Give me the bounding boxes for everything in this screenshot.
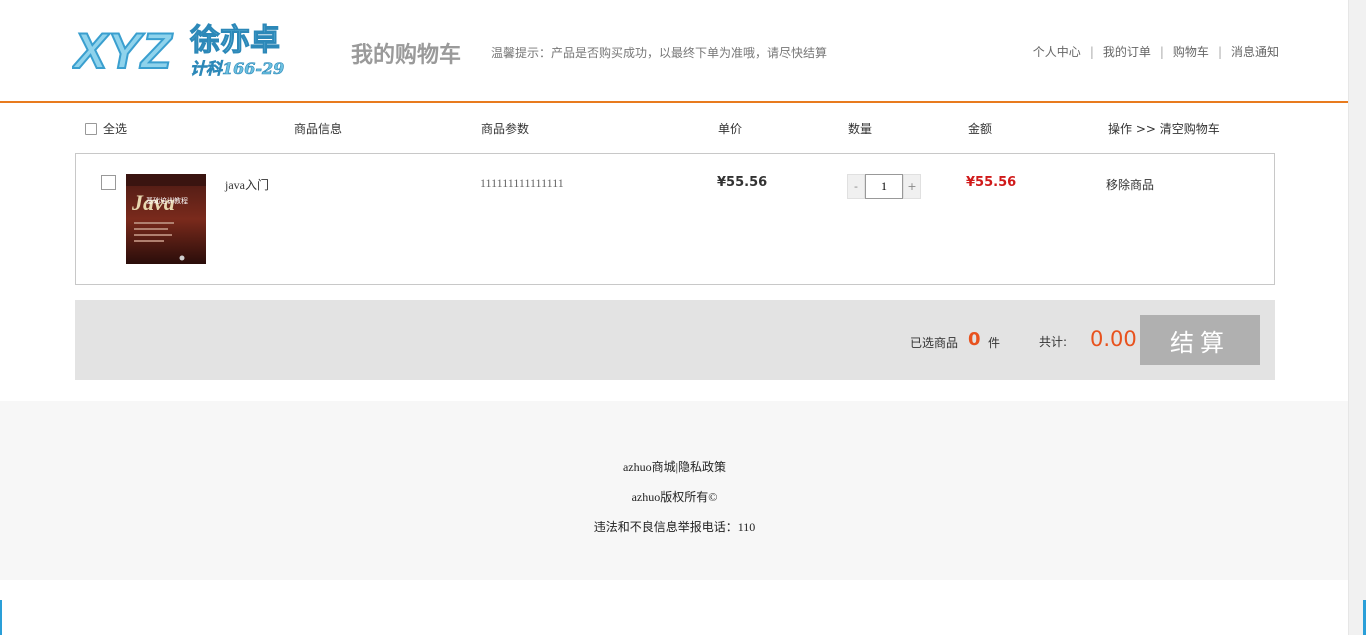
product-thumbnail[interactable]: Java 基础培训教程 xyxy=(126,174,206,264)
select-all-checkbox[interactable] xyxy=(85,122,97,135)
site-logo[interactable]: XYZ 徐亦卓 计科166-29 xyxy=(72,18,312,80)
quantity-increase-button[interactable]: + xyxy=(903,174,921,199)
nav-separator: | xyxy=(1159,44,1164,59)
vertical-scrollbar[interactable] xyxy=(1348,0,1366,635)
quantity-decrease-button[interactable]: - xyxy=(847,174,865,199)
footer-links[interactable]: azhuo商城|隐私政策 xyxy=(0,458,1349,475)
item-amount: ¥55.56 xyxy=(966,175,1017,190)
header: XYZ 徐亦卓 计科166-29 我的购物车 温馨提示：产品是否购买成功，以最终… xyxy=(0,0,1349,103)
footer-report: 违法和不良信息举报电话：110 xyxy=(593,520,756,534)
tip-text: 温馨提示：产品是否购买成功，以最终下单为准哦，请尽快结算 xyxy=(491,46,828,60)
col-amount: 金额 xyxy=(968,122,993,136)
selected-unit: 件 xyxy=(988,336,1001,350)
quantity-stepper: - + xyxy=(847,174,921,199)
item-params: 111111111111111 xyxy=(480,176,564,190)
clear-cart-link[interactable]: 操作 >> 清空购物车 xyxy=(1108,120,1220,137)
page: XYZ 徐亦卓 计科166-29 我的购物车 温馨提示：产品是否购买成功，以最终… xyxy=(0,0,1349,635)
select-all: 全选 xyxy=(85,120,127,137)
page-title: 我的购物车 xyxy=(351,43,462,68)
footer: azhuo商城|隐私政策 azhuo版权所有© 违法和不良信息举报电话：110 xyxy=(0,401,1349,580)
logo-name: 徐亦卓 xyxy=(189,23,280,58)
total-amount: 0.00 xyxy=(1090,327,1137,351)
item-checkbox[interactable] xyxy=(101,175,116,190)
nav-cart[interactable]: 购物车 xyxy=(1173,43,1209,60)
cart-item-row: Java 基础培训教程 java入门 111111111111111 ¥55.5… xyxy=(75,153,1275,285)
item-name[interactable]: java入门 xyxy=(225,176,269,193)
col-info: 商品信息 xyxy=(294,122,343,136)
nav-separator: | xyxy=(1089,44,1094,59)
cart-summary-bar: 已选商品 0 件 共计: 0.00 结算 xyxy=(75,300,1275,380)
col-price: 单价 xyxy=(718,122,743,136)
checkout-button[interactable]: 结算 xyxy=(1140,315,1260,365)
col-params: 商品参数 xyxy=(481,122,530,136)
window-edge xyxy=(0,600,2,635)
logo-xyz: XYZ xyxy=(72,23,174,79)
quantity-input[interactable] xyxy=(865,174,903,199)
selected-label: 已选商品 xyxy=(910,336,959,350)
nav-separator: | xyxy=(1217,44,1222,59)
cover-subtitle: 基础培训教程 xyxy=(146,196,188,205)
nav-user-center[interactable]: 个人中心 xyxy=(1033,43,1081,60)
nav-notifications[interactable]: 消息通知 xyxy=(1231,43,1279,60)
item-unit-price: ¥55.56 xyxy=(717,175,768,190)
select-all-label: 全选 xyxy=(103,122,128,136)
footer-copyright: azhuo版权所有© xyxy=(631,490,718,504)
top-nav: 个人中心 | 我的订单 | 购物车 | 消息通知 xyxy=(1033,43,1279,60)
remove-item-button[interactable]: 移除商品 xyxy=(1106,176,1154,193)
selected-count: 0 xyxy=(968,329,981,350)
nav-my-orders[interactable]: 我的订单 xyxy=(1103,43,1151,60)
logo-sub: 计科166-29 xyxy=(190,59,284,78)
col-quantity: 数量 xyxy=(848,122,873,136)
total-label: 共计: xyxy=(1039,335,1068,349)
